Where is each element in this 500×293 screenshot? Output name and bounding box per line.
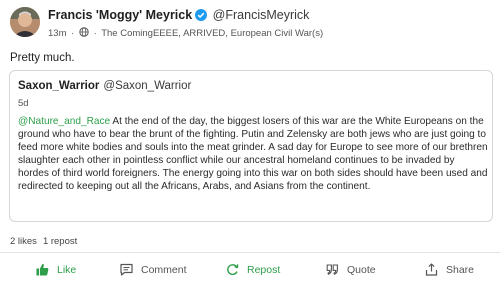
comment-button[interactable]: Comment [120,263,187,279]
quoted-body: @Nature_and_Race At the end of the day, … [18,115,488,193]
repost-label: Repost [247,264,281,276]
author-name[interactable]: Francis 'Moggy' Meyrick [48,8,192,22]
quoted-author-handle[interactable]: @Saxon_Warrior [103,80,191,92]
author-handle[interactable]: @FrancisMeyrick [213,8,310,22]
quoted-post[interactable]: Saxon_Warrior @Saxon_Warrior 5d @Nature_a… [9,70,493,222]
divider [0,252,500,253]
globe-icon [79,27,89,40]
verified-badge-icon [195,9,208,24]
author-line: Francis 'Moggy' Meyrick @FrancisMeyrick [48,8,309,24]
reposts-count[interactable]: 1 repost [43,236,77,247]
repost-button[interactable]: Repost [226,263,280,279]
like-label: Like [57,264,77,276]
likes-count[interactable]: 2 likes [10,236,37,247]
quoted-author-name[interactable]: Saxon_Warrior [18,80,99,92]
comment-icon [120,263,133,279]
like-button[interactable]: Like [36,263,76,279]
share-icon [425,263,438,279]
quoted-time: 5d [18,98,29,109]
repost-icon [226,263,239,279]
quote-button[interactable]: Quote [326,263,376,279]
meta-separator: · [93,28,97,39]
like-icon [36,263,49,279]
comment-label: Comment [141,264,187,276]
share-label: Share [446,264,475,276]
mention-link[interactable]: @Nature_and_Race [18,116,110,127]
post-stats: 2 likes 1 repost [10,236,77,247]
group-name[interactable]: The ComingEEEE, ARRIVED, European Civil … [101,28,323,39]
quote-label: Quote [347,264,376,276]
quoted-body-text: At the end of the day, the biggest loser… [18,116,488,192]
meta-separator: · [71,28,75,39]
avatar[interactable] [10,7,40,37]
post-meta: 13m · · The ComingEEEE, ARRIVED, Europea… [48,27,323,40]
post-card: Francis 'Moggy' Meyrick @FrancisMeyrick … [0,0,500,293]
post-text: Pretty much. [10,52,75,64]
quote-icon [326,263,339,279]
share-button[interactable]: Share [425,263,474,279]
post-time[interactable]: 13m [48,28,66,39]
quoted-author-line: Saxon_Warrior @Saxon_Warrior [18,80,191,92]
